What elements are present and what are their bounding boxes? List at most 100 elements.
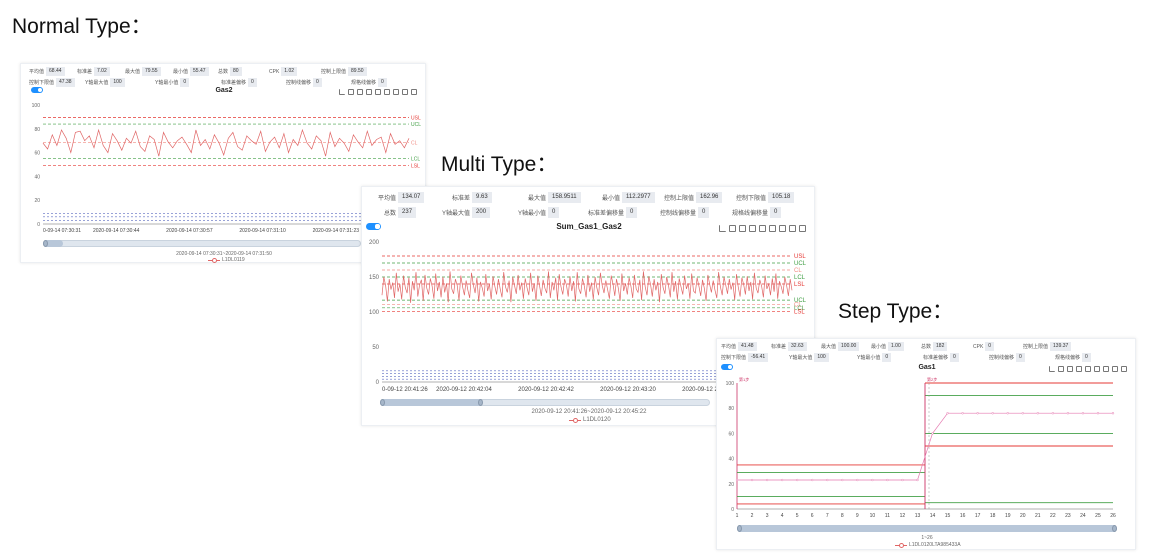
stat-value-field[interactable]: 162.96 <box>696 192 723 203</box>
zoom-icon[interactable] <box>366 89 372 95</box>
restore-icon[interactable] <box>1067 366 1073 372</box>
bar-chart-icon[interactable] <box>348 89 354 95</box>
stat-value-field[interactable]: 0 <box>626 207 638 218</box>
stat-value-field[interactable]: 0 <box>248 78 257 87</box>
stat-value-field[interactable]: 7.02 <box>94 67 110 76</box>
split-icon[interactable] <box>779 225 786 232</box>
stat-value-field[interactable]: 139.37 <box>1050 342 1072 351</box>
stat-value-field[interactable]: -56.41 <box>748 353 769 362</box>
stat-label: 最大值 <box>821 344 837 350</box>
limit-line-label: USL <box>411 115 421 121</box>
series-point <box>961 412 964 415</box>
stat-value-field[interactable]: 0 <box>1082 353 1091 362</box>
step-marker-label: 第2步 <box>927 376 937 382</box>
line-chart-icon[interactable] <box>339 89 345 95</box>
zoom-icon[interactable] <box>749 225 756 232</box>
stat-value-field[interactable]: 1.02 <box>281 67 298 76</box>
stat-value-field[interactable]: 0 <box>985 342 995 351</box>
stat-value-field[interactable]: 41.48 <box>738 342 757 351</box>
stat-value-field[interactable]: 0 <box>698 207 710 218</box>
stat-value-field[interactable]: 134.07 <box>398 192 425 203</box>
x-tick-label: 7 <box>826 513 829 519</box>
save-icon[interactable] <box>799 225 806 232</box>
stat-field: 标准差 7.02 <box>77 67 110 76</box>
line-chart-icon[interactable] <box>1049 366 1055 372</box>
stat-value-field[interactable]: 0 <box>378 78 387 87</box>
stat-value-field[interactable]: 112.2977 <box>622 192 655 203</box>
stat-value-field[interactable]: 1.00 <box>888 342 904 351</box>
stat-value-field[interactable]: 32.63 <box>788 342 807 351</box>
slider-handle[interactable] <box>737 525 742 532</box>
series-legend[interactable]: L1DL0120 <box>569 417 611 423</box>
stat-value-field[interactable]: 0 <box>770 207 782 218</box>
legend-label: L1DL0119 <box>222 257 245 263</box>
download-icon[interactable] <box>1112 366 1118 372</box>
stat-label: 最小值 <box>173 69 189 75</box>
stat-value-field[interactable]: 100.00 <box>838 342 860 351</box>
data-zoom-slider[interactable] <box>380 399 710 406</box>
stat-value-field[interactable]: 47.38 <box>56 78 75 87</box>
lasso-icon[interactable] <box>375 89 381 95</box>
stat-value-field[interactable]: 9.63 <box>472 192 492 203</box>
series-line <box>42 128 410 157</box>
stat-value-field[interactable]: 0 <box>882 353 892 362</box>
download-icon[interactable] <box>402 89 408 95</box>
lasso-icon[interactable] <box>759 225 766 232</box>
data-zoom-slider[interactable] <box>43 240 361 247</box>
stat-value-field[interactable]: 68.44 <box>46 67 65 76</box>
chart-toggle[interactable] <box>366 223 381 230</box>
split-icon[interactable] <box>1103 366 1109 372</box>
data-view-icon[interactable] <box>1094 366 1100 372</box>
stat-value-field[interactable]: 100 <box>814 353 829 362</box>
stat-value-field[interactable]: 105.18 <box>768 192 795 203</box>
stat-value-field[interactable]: 0 <box>313 78 322 87</box>
slider-handle[interactable] <box>478 399 483 406</box>
stat-value-field[interactable]: 182 <box>933 342 948 351</box>
data-view-icon[interactable] <box>769 225 776 232</box>
stat-field: 最大值 158.9511 <box>528 192 581 203</box>
x-tick-label: 12 <box>900 513 906 519</box>
bar-chart-icon[interactable] <box>729 225 736 232</box>
chart-toggle[interactable] <box>31 87 43 93</box>
chart-toggle[interactable] <box>721 364 733 370</box>
stat-field: 总数 80 <box>218 67 242 76</box>
stat-value-field[interactable]: 79.55 <box>142 67 161 76</box>
bar-chart-icon[interactable] <box>1058 366 1064 372</box>
stat-field: CPK 1.02 <box>269 67 298 76</box>
series-legend[interactable]: L1DL0120LTA985433A <box>895 542 961 548</box>
series-point <box>841 478 844 482</box>
slider-handle[interactable] <box>1112 525 1117 532</box>
stat-value-field[interactable]: 89.50 <box>348 67 367 76</box>
stat-value-field[interactable]: 158.9511 <box>548 192 581 203</box>
stat-value-field[interactable]: 80 <box>230 67 242 76</box>
stat-value-field[interactable]: 200 <box>472 207 491 218</box>
save-icon[interactable] <box>1121 366 1127 372</box>
save-icon[interactable] <box>411 89 417 95</box>
lasso-icon[interactable] <box>1085 366 1091 372</box>
series-legend[interactable]: L1DL0119 <box>208 257 245 263</box>
restore-icon[interactable] <box>739 225 746 232</box>
stat-value-field[interactable]: 100 <box>110 78 125 87</box>
restore-icon[interactable] <box>357 89 363 95</box>
stat-value-field[interactable]: 237 <box>398 207 417 218</box>
series-line <box>381 271 793 303</box>
stat-field: 标准差偏移 0 <box>221 78 257 87</box>
download-icon[interactable] <box>789 225 796 232</box>
stat-value-field[interactable]: 0 <box>950 353 959 362</box>
stat-value-field[interactable]: 0 <box>548 207 560 218</box>
slider-handle[interactable] <box>380 399 385 406</box>
slider-handle[interactable] <box>43 240 48 247</box>
line-chart-icon[interactable] <box>719 225 726 232</box>
step-chart-panel: 平均值 41.48 标准差 32.63 最大值 100.00 最小值 1.00 总数 182 CPK… <box>716 338 1136 550</box>
zoom-icon[interactable] <box>1076 366 1082 372</box>
stat-value-field[interactable]: 0 <box>180 78 190 87</box>
split-icon[interactable] <box>393 89 399 95</box>
x-tick-label: 6 <box>811 513 814 519</box>
stat-field: 规格线偏移量 0 <box>732 207 782 218</box>
data-zoom-slider[interactable] <box>737 525 1117 532</box>
stat-label: 最大值 <box>125 69 141 75</box>
stat-value-field[interactable]: 55.47 <box>190 67 209 76</box>
series-point <box>856 478 859 482</box>
data-view-icon[interactable] <box>384 89 390 95</box>
stat-value-field[interactable]: 0 <box>1016 353 1025 362</box>
